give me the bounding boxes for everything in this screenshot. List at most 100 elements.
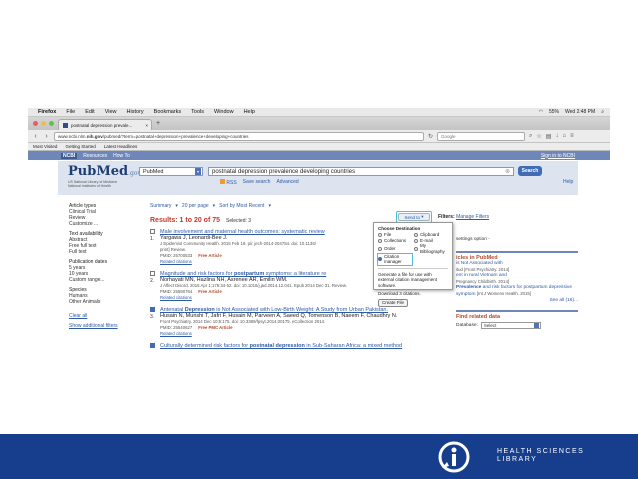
result-title[interactable]: Culturally determined risk factors for p…: [160, 343, 440, 349]
search-engine-box[interactable]: Google: [437, 131, 526, 141]
related-citations-link[interactable]: Related citations: [160, 331, 440, 337]
selected-count: Selected: 3: [226, 218, 252, 224]
pmid-text: PMID: 25540627: [160, 325, 193, 330]
filter-option[interactable]: Customize ...: [69, 221, 139, 227]
help-link[interactable]: Help: [563, 179, 573, 185]
web-page: NCBI Resources How To Sign in to NCBI Pu…: [28, 151, 610, 406]
url-host: nih.gov: [86, 133, 103, 139]
destination-my-bibliography[interactable]: My Bibliography: [414, 243, 448, 254]
per-page-link[interactable]: 20 per page: [182, 203, 209, 210]
bookmark-latest-headlines[interactable]: Latest Headlines: [104, 144, 138, 149]
filter-option[interactable]: Other Animals: [69, 299, 139, 305]
result-checkbox-checked[interactable]: [150, 343, 155, 348]
close-window-icon[interactable]: [33, 121, 38, 126]
minimize-window-icon[interactable]: [41, 121, 46, 126]
create-file-button[interactable]: Create File: [378, 299, 409, 307]
find-related-data-title: Find related data: [456, 314, 501, 320]
menu-view[interactable]: View: [105, 109, 117, 115]
result-checkbox[interactable]: [150, 271, 155, 276]
reading-list-icon[interactable]: ▤: [546, 133, 552, 140]
reload-icon[interactable]: ↻: [428, 133, 433, 140]
menu-app[interactable]: Firefox: [38, 109, 56, 115]
option-label: My Bibliography: [420, 243, 445, 254]
ncbi-logo[interactable]: NCBI: [61, 152, 78, 159]
radio-icon: [414, 238, 418, 243]
display-settings: Summary ▾ 20 per page ▾ Sort by Most Recen…: [150, 203, 440, 210]
new-tab-icon[interactable]: +: [156, 120, 160, 127]
send-to-button[interactable]: Send to ▾: [398, 213, 430, 221]
pmid-text: PMID: 25700533: [160, 253, 193, 258]
clear-all-link[interactable]: Clear all: [69, 313, 139, 319]
filter-option[interactable]: Custom range...: [69, 277, 139, 283]
close-tab-icon[interactable]: ×: [145, 123, 148, 128]
see-all-link[interactable]: See all (16)...: [456, 298, 578, 304]
home-icon[interactable]: ⌂: [562, 133, 566, 139]
menu-file[interactable]: File: [66, 109, 75, 115]
spotlight-icon[interactable]: ⌕: [601, 109, 604, 115]
menu-icon[interactable]: ≡: [570, 133, 574, 139]
free-article-badge[interactable]: Free Article: [198, 253, 221, 258]
filters-sidebar: Article types Clinical Trial Review Cust…: [69, 203, 139, 329]
related-articles-box: icles in PubMed is Not Associated with i…: [456, 251, 578, 304]
database-label: Database:: [456, 322, 478, 328]
search-input[interactable]: postnatal depression prevalence developi…: [208, 167, 514, 176]
pubmed-logo[interactable]: PubMed.gov: [68, 164, 141, 179]
search-engine-name: Google: [441, 133, 456, 139]
forward-icon[interactable]: ›: [43, 133, 50, 140]
save-search-link[interactable]: Save search: [243, 179, 271, 186]
advanced-link[interactable]: Advanced: [276, 179, 298, 186]
menu-history[interactable]: History: [127, 109, 144, 115]
send-to-label: Send to: [404, 214, 420, 220]
nlm-subtitle: US National Library of Medicine National…: [68, 180, 118, 188]
zoom-window-icon[interactable]: [49, 121, 54, 126]
destination-order[interactable]: Order: [378, 243, 412, 254]
bookmark-most-visited[interactable]: Most Visited: [33, 144, 57, 149]
download-icon[interactable]: ↓: [555, 133, 558, 139]
search-icon[interactable]: ⌕: [529, 133, 532, 140]
database-select[interactable]: PubMed ▾: [139, 167, 203, 176]
result-checkbox[interactable]: [150, 229, 155, 234]
sign-in-link[interactable]: Sign in to NCBI: [541, 153, 575, 159]
related-article-link[interactable]: Prevalence and risk factors for postpart…: [456, 285, 578, 298]
related-article-source: [Int J Womens Health. 2015]: [476, 291, 531, 296]
menu-edit[interactable]: Edit: [85, 109, 94, 115]
manage-filters-link[interactable]: Manage Filters: [456, 214, 489, 220]
result-checkbox-checked[interactable]: [150, 307, 155, 312]
radio-icon: [378, 246, 382, 251]
free-article-badge[interactable]: Free Article: [198, 289, 221, 294]
summary-format-link[interactable]: Summary: [150, 203, 171, 210]
star-icon[interactable]: ☆: [536, 133, 541, 140]
radio-icon: [378, 238, 382, 243]
clear-search-icon[interactable]: ⊗: [505, 168, 510, 175]
rss-link[interactable]: RSS: [220, 179, 237, 186]
ncbi-bar: NCBI Resources How To Sign in to NCBI: [28, 151, 610, 160]
search-button[interactable]: Search: [518, 166, 542, 176]
menu-tools[interactable]: Tools: [191, 109, 204, 115]
title-text: Culturally determined risk factors for: [160, 343, 250, 349]
back-icon[interactable]: ‹: [32, 133, 39, 140]
howto-menu[interactable]: How To: [113, 153, 130, 159]
resources-menu[interactable]: Resources: [83, 153, 107, 159]
bookmark-getting-started[interactable]: Getting Started: [65, 144, 95, 149]
screenshot: Firefox File Edit View History Bookmarks…: [28, 108, 610, 426]
results-count: Results: 1 to 20 of 75: [150, 217, 221, 224]
clock[interactable]: Wed 2:48 PM: [565, 109, 595, 115]
related-database-select[interactable]: Select: [480, 322, 541, 329]
menu-bookmarks[interactable]: Bookmarks: [154, 109, 182, 115]
radio-icon: [378, 233, 382, 238]
filter-option[interactable]: Full text: [69, 249, 139, 255]
free-article-badge[interactable]: Free PMC Article: [198, 325, 232, 330]
destination-citation-manager[interactable]: Citation manager: [377, 253, 413, 266]
result-item: Culturally determined risk factors for p…: [150, 343, 440, 349]
title-highlight: postnatal depression: [249, 343, 305, 349]
battery-status[interactable]: 55%: [549, 109, 559, 115]
browser-tab[interactable]: postnatal depression prevale... ×: [58, 119, 152, 130]
sort-link[interactable]: Sort by Most Recent: [219, 203, 264, 210]
wifi-icon[interactable]: ◠: [539, 109, 543, 115]
show-additional-filters-link[interactable]: Show additional filters: [69, 323, 139, 329]
url-bar[interactable]: www.ncbi.nlm. nih.gov/pubmed/?term=postna…: [54, 131, 424, 141]
menu-help[interactable]: Help: [244, 109, 255, 115]
menu-window[interactable]: Window: [214, 109, 234, 115]
title-text: in Sub-Saharan Africa: a mixed method: [304, 343, 403, 349]
pmid-text: PMID: 25590764: [160, 289, 193, 294]
